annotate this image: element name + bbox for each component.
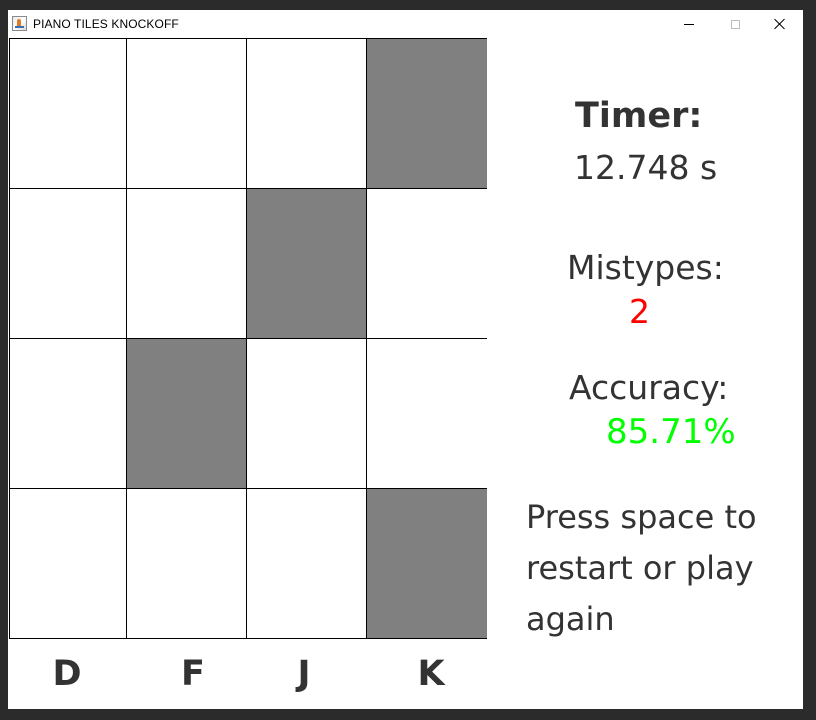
restart-message: Press space to restart or play again bbox=[526, 498, 757, 638]
tile-dark[interactable] bbox=[126, 338, 246, 488]
tile-light[interactable] bbox=[366, 188, 487, 338]
key-label-j: J bbox=[297, 654, 311, 694]
tile-light[interactable] bbox=[9, 338, 126, 488]
tile-dark[interactable] bbox=[246, 188, 366, 338]
timer-label: Timer: bbox=[575, 96, 703, 136]
tile-dark[interactable] bbox=[366, 488, 487, 638]
mistypes-label: Mistypes: bbox=[567, 248, 724, 287]
timer-value: 12.748 s bbox=[574, 148, 718, 187]
minimize-button[interactable] bbox=[666, 10, 712, 38]
mistypes-value: 2 bbox=[629, 292, 650, 331]
tile-light[interactable] bbox=[9, 488, 126, 638]
tile-light[interactable] bbox=[9, 38, 126, 188]
game-window: PIANO TILES KNOCKOFF D F J K Timer: 12.7… bbox=[8, 10, 803, 709]
tile-dark[interactable] bbox=[366, 38, 487, 188]
tile-light[interactable] bbox=[246, 38, 366, 188]
tile-light[interactable] bbox=[9, 188, 126, 338]
key-label-f: F bbox=[181, 654, 205, 694]
key-label-k: K bbox=[417, 654, 445, 694]
accuracy-label: Accuracy: bbox=[569, 368, 729, 407]
key-label-d: D bbox=[52, 654, 82, 694]
java-app-icon bbox=[12, 16, 27, 31]
close-button[interactable] bbox=[757, 10, 803, 38]
title-bar[interactable]: PIANO TILES KNOCKOFF bbox=[8, 10, 803, 38]
tile-grid[interactable] bbox=[9, 38, 487, 639]
maximize-icon bbox=[730, 19, 740, 29]
tile-light[interactable] bbox=[126, 188, 246, 338]
close-icon bbox=[774, 18, 786, 30]
tile-light[interactable] bbox=[246, 488, 366, 638]
window-title: PIANO TILES KNOCKOFF bbox=[33, 17, 179, 31]
tile-light[interactable] bbox=[126, 488, 246, 638]
maximize-button[interactable] bbox=[712, 10, 758, 38]
minimize-icon bbox=[684, 23, 694, 25]
tile-light[interactable] bbox=[366, 338, 487, 488]
tile-light[interactable] bbox=[126, 38, 246, 188]
accuracy-value: 85.71% bbox=[606, 412, 736, 452]
tile-light[interactable] bbox=[246, 338, 366, 488]
